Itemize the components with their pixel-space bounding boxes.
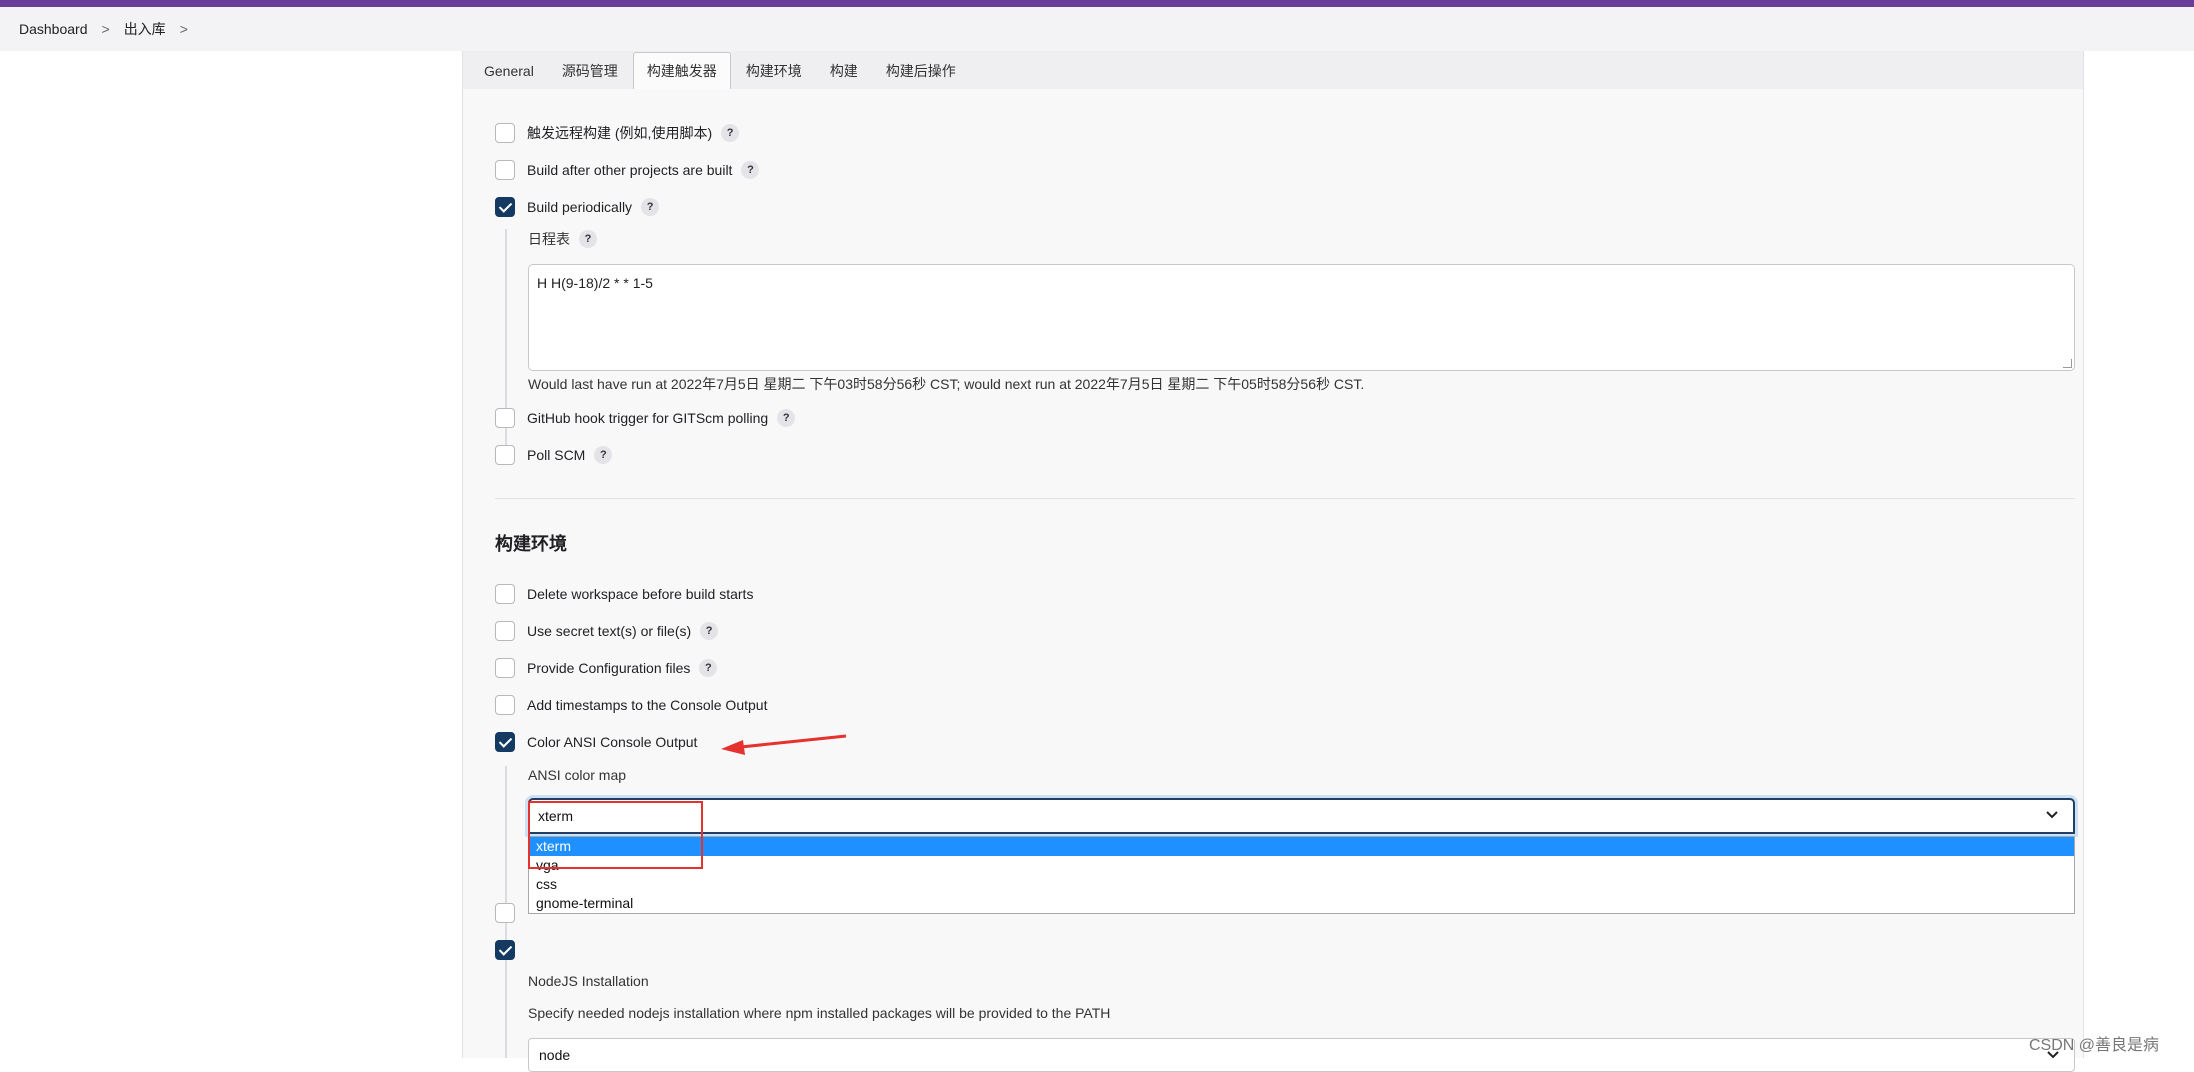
env-delete-ws-checkbox[interactable] xyxy=(495,584,515,604)
section-divider xyxy=(495,498,2075,499)
ansi-map-label: ANSI color map xyxy=(528,767,627,783)
tab-general[interactable]: General xyxy=(471,53,547,89)
trigger-periodically-label: Build periodically xyxy=(527,199,633,215)
section-title-build-env: 构建环境 xyxy=(495,534,567,554)
env-ansi-checkbox[interactable] xyxy=(495,732,515,752)
env-ansi-row: Color ANSI Console Output xyxy=(495,732,697,752)
env-timestamps-checkbox[interactable] xyxy=(495,695,515,715)
schedule-label: 日程表 xyxy=(528,231,570,247)
env-nodejs-checkbox[interactable] xyxy=(495,940,515,960)
env-delete-ws-row: Delete workspace before build starts xyxy=(495,584,753,604)
env-config-files-row: Provide Configuration files ? xyxy=(495,658,718,678)
nodejs-label: NodeJS Installation xyxy=(528,973,649,989)
config-panel: General 源码管理 构建触发器 构建环境 构建 构建后操作 触发远程构建 … xyxy=(462,51,2084,1072)
env-timestamps-row: Add timestamps to the Console Output xyxy=(495,695,767,715)
nodejs-description: Specify needed nodejs installation where… xyxy=(528,1005,1111,1021)
trigger-after-other-label: Build after other projects are built xyxy=(527,162,733,178)
help-icon[interactable]: ? xyxy=(700,622,719,640)
schedule-textarea[interactable]: H H(9-18)/2 * * 1-5 xyxy=(528,264,2075,371)
help-icon[interactable]: ? xyxy=(699,659,718,677)
tab-build-environment[interactable]: 构建环境 xyxy=(733,53,815,89)
breadcrumb: Dashboard > 出入库 > xyxy=(0,7,2194,51)
env-secret-label: Use secret text(s) or file(s) xyxy=(527,623,692,639)
trigger-remote-label: 触发远程构建 (例如,使用脚本) xyxy=(527,125,713,141)
nodejs-installation-value: node xyxy=(539,1047,571,1063)
env-ansi-label: Color ANSI Console Output xyxy=(527,734,698,750)
schedule-label-row: 日程表 ? xyxy=(528,229,597,249)
resize-handle-icon[interactable] xyxy=(2063,359,2072,368)
tab-bar: General 源码管理 构建触发器 构建环境 构建 构建后操作 xyxy=(463,51,2083,89)
trigger-periodically-checkbox[interactable] xyxy=(495,197,515,217)
top-accent-bar xyxy=(0,0,2194,7)
help-icon[interactable]: ? xyxy=(594,446,613,464)
trigger-periodically-row: Build periodically ? xyxy=(495,197,660,217)
nodejs-installation-select[interactable]: node xyxy=(528,1038,2075,1072)
dropdown-option-vga[interactable]: vga xyxy=(529,856,2074,875)
trigger-poll-scm-row: Poll SCM ? xyxy=(495,445,613,465)
env-hidden-checkbox[interactable] xyxy=(495,903,515,923)
dropdown-option-gnome-terminal[interactable]: gnome-terminal xyxy=(529,894,2074,913)
breadcrumb-separator-icon[interactable]: > xyxy=(180,21,188,37)
ansi-color-map-value: xterm xyxy=(538,808,573,824)
trigger-github-row: GitHub hook trigger for GITScm polling ? xyxy=(495,408,796,428)
env-delete-ws-label: Delete workspace before build starts xyxy=(527,586,754,602)
help-icon[interactable]: ? xyxy=(721,124,740,142)
trigger-remote-checkbox[interactable] xyxy=(495,123,515,143)
env-config-files-checkbox[interactable] xyxy=(495,658,515,678)
dropdown-option-xterm[interactable]: xterm xyxy=(529,837,2074,856)
tab-build[interactable]: 构建 xyxy=(817,53,871,89)
env-secret-checkbox[interactable] xyxy=(495,621,515,641)
annotation-arrow-icon xyxy=(721,734,847,755)
tab-post-build[interactable]: 构建后操作 xyxy=(873,53,969,89)
breadcrumb-project[interactable]: 出入库 xyxy=(124,19,166,39)
trigger-poll-scm-label: Poll SCM xyxy=(527,447,586,463)
env-timestamps-label: Add timestamps to the Console Output xyxy=(527,697,768,713)
breadcrumb-separator-icon: > xyxy=(101,21,110,37)
help-icon[interactable]: ? xyxy=(777,409,796,427)
env-config-files-label: Provide Configuration files xyxy=(527,660,691,676)
trigger-after-other-checkbox[interactable] xyxy=(495,160,515,180)
chevron-down-icon xyxy=(2046,811,2058,819)
schedule-info: Would last have run at 2022年7月5日 星期二 下午0… xyxy=(528,376,1365,392)
trigger-github-label: GitHub hook trigger for GITScm polling xyxy=(527,410,769,426)
tab-source-management[interactable]: 源码管理 xyxy=(549,53,631,89)
ansi-color-map-select[interactable]: xterm xyxy=(528,798,2075,834)
help-icon[interactable]: ? xyxy=(741,161,760,179)
help-icon[interactable]: ? xyxy=(579,230,597,248)
watermark: CSDN @善良是病 xyxy=(2028,1037,2159,1054)
env-secret-row: Use secret text(s) or file(s) ? xyxy=(495,621,719,641)
dropdown-option-css[interactable]: css xyxy=(529,875,2074,894)
ansi-color-map-dropdown: xterm vga css gnome-terminal xyxy=(528,836,2075,914)
tab-build-triggers[interactable]: 构建触发器 xyxy=(632,52,731,89)
trigger-after-other-row: Build after other projects are built ? xyxy=(495,160,760,180)
help-icon[interactable]: ? xyxy=(641,198,660,216)
breadcrumb-dashboard[interactable]: Dashboard xyxy=(19,21,88,37)
trigger-poll-scm-checkbox[interactable] xyxy=(495,445,515,465)
trigger-remote-row: 触发远程构建 (例如,使用脚本) ? xyxy=(495,123,740,143)
trigger-github-checkbox[interactable] xyxy=(495,408,515,428)
schedule-value: H H(9-18)/2 * * 1-5 xyxy=(537,275,653,291)
